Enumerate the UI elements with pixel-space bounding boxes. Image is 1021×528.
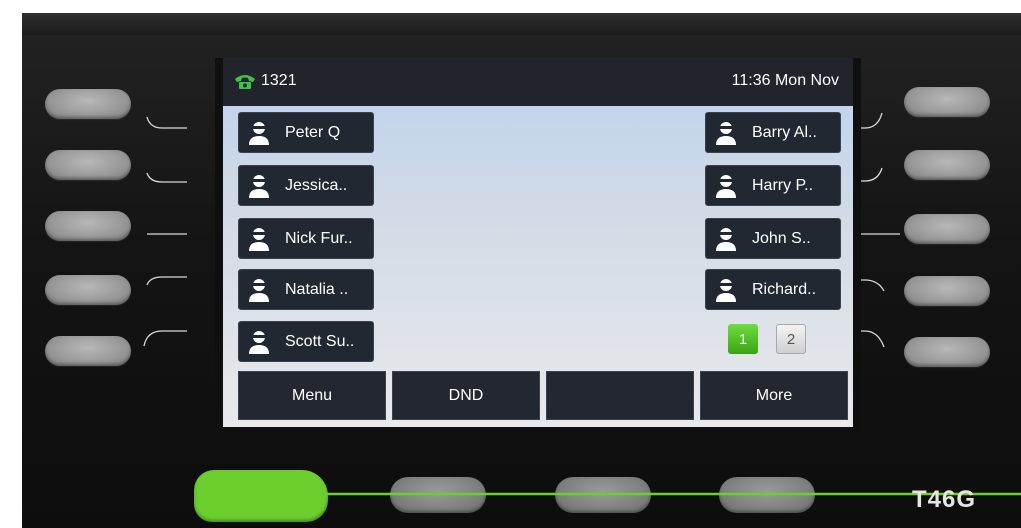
softkey-empty[interactable] xyxy=(546,371,694,420)
hardware-softkey-4[interactable] xyxy=(719,477,815,513)
right-line-key-3[interactable] xyxy=(904,214,990,244)
dss-label: Peter Q xyxy=(285,123,341,141)
softkey-dnd[interactable]: DND xyxy=(392,371,540,420)
contact-person-icon xyxy=(716,121,736,145)
right-line-key-5[interactable] xyxy=(904,337,990,367)
dss-key-right-4[interactable]: Richard.. xyxy=(705,269,841,310)
dss-label: Richard.. xyxy=(752,280,817,298)
left-line-key-3[interactable] xyxy=(45,211,131,241)
status-bar: 1321 11:36 Mon Nov xyxy=(223,58,853,106)
contact-person-icon xyxy=(249,278,269,302)
hardware-softkey-1-highlighted[interactable] xyxy=(194,470,328,522)
left-line-key-1[interactable] xyxy=(45,89,131,119)
dss-label: Scott Su.. xyxy=(285,332,355,350)
lcd-bezel: 1321 11:36 Mon Nov Peter Q Jessica.. Nic… xyxy=(215,58,861,436)
contact-person-icon xyxy=(716,174,736,198)
ip-phone-body: 1321 11:36 Mon Nov Peter Q Jessica.. Nic… xyxy=(22,13,1021,528)
dss-key-left-3[interactable]: Nick Fur.. xyxy=(238,218,374,259)
dss-label: Nick Fur.. xyxy=(285,229,353,247)
contact-person-icon xyxy=(249,330,269,354)
phone-model-label: T46G xyxy=(912,486,977,513)
hardware-softkey-3[interactable] xyxy=(555,477,651,513)
account-indicator: 1321 xyxy=(233,72,297,90)
dss-label: Barry Al.. xyxy=(752,123,817,141)
account-number: 1321 xyxy=(261,72,297,89)
left-line-key-2[interactable] xyxy=(45,150,131,180)
right-line-key-4[interactable] xyxy=(904,276,990,306)
contact-person-icon xyxy=(249,174,269,198)
dss-key-left-5[interactable]: Scott Su.. xyxy=(238,321,374,362)
dss-key-left-1[interactable]: Peter Q xyxy=(238,112,374,153)
clock-date: 11:36 Mon Nov xyxy=(731,72,839,89)
contact-person-icon xyxy=(249,121,269,145)
phone-top-bezel xyxy=(22,13,1021,35)
page-indicator-1[interactable]: 1 xyxy=(728,324,758,354)
dss-key-left-2[interactable]: Jessica.. xyxy=(238,165,374,206)
softkey-more[interactable]: More xyxy=(700,371,848,420)
left-line-key-4[interactable] xyxy=(45,275,131,305)
hardware-softkey-2[interactable] xyxy=(390,477,486,513)
dss-key-right-1[interactable]: Barry Al.. xyxy=(705,112,841,153)
contact-person-icon xyxy=(716,278,736,302)
right-line-key-2[interactable] xyxy=(904,150,990,180)
lcd-screen: 1321 11:36 Mon Nov Peter Q Jessica.. Nic… xyxy=(223,58,853,427)
dss-label: Harry P.. xyxy=(752,176,814,194)
left-line-key-5[interactable] xyxy=(45,336,131,366)
page-indicator-2[interactable]: 2 xyxy=(776,324,806,354)
dss-key-left-4[interactable]: Natalia .. xyxy=(238,269,374,310)
dss-key-right-2[interactable]: Harry P.. xyxy=(705,165,841,206)
contact-person-icon xyxy=(249,227,269,251)
phone-handset-icon xyxy=(235,75,255,89)
dss-label: John S.. xyxy=(752,229,811,247)
right-line-key-1[interactable] xyxy=(904,87,990,117)
contact-person-icon xyxy=(716,227,736,251)
dss-label: Jessica.. xyxy=(285,176,348,194)
dss-key-right-3[interactable]: John S.. xyxy=(705,218,841,259)
dss-label: Natalia .. xyxy=(285,280,349,298)
softkey-menu[interactable]: Menu xyxy=(238,371,386,420)
softkey-bar: Menu DND More xyxy=(223,371,853,427)
